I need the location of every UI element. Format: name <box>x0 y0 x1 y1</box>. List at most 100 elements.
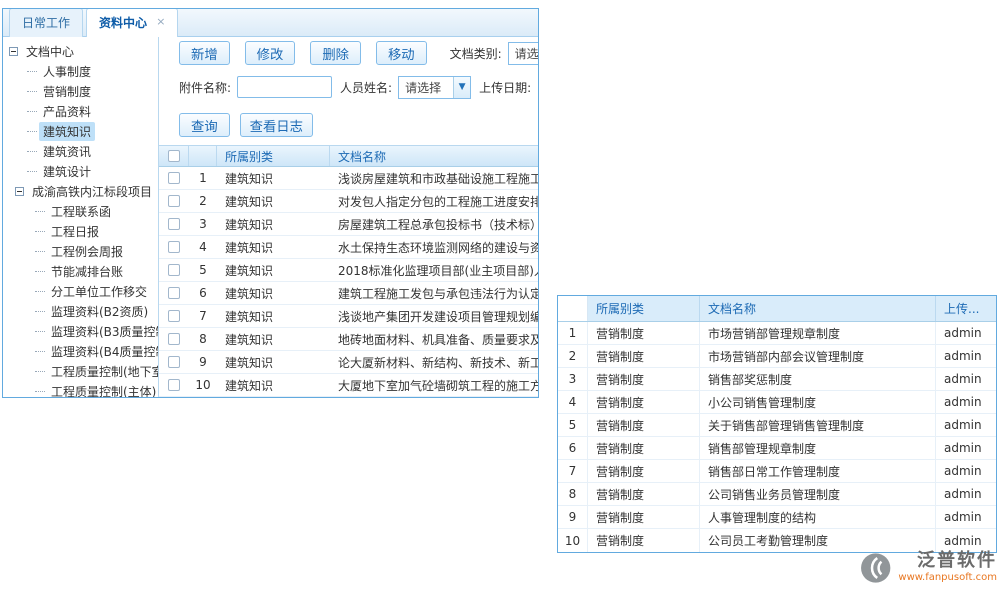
select-all-checkbox[interactable] <box>168 150 180 162</box>
doc-category-select[interactable]: 请选择 ▼ <box>508 42 538 65</box>
row-doc-name: 市场营销部管理规章制度 <box>700 322 936 344</box>
row-category: 建筑知识 <box>217 351 330 373</box>
document-list-pane: 新增 修改 删除 移动 文档类别: 请选择 ▼ 文档名称: 附件名称: 人员姓名… <box>159 37 538 397</box>
move-button[interactable]: 移动 <box>376 41 427 65</box>
table-row[interactable]: 5建筑知识2018标准化监理项目部(业主项目部)人员... <box>159 259 538 282</box>
row-doc-name: 2018标准化监理项目部(业主项目部)人员... <box>338 262 538 279</box>
tree-node-supervision-b4[interactable]: 监理资料(B4质量控制) <box>3 341 158 361</box>
tree-node-weekly-meeting[interactable]: 工程例会周报 <box>3 241 158 261</box>
table-row[interactable]: 3建筑知识房屋建筑工程总承包投标书（技术标）... <box>159 213 538 236</box>
tree-node-marketing-policy[interactable]: 营销制度 <box>3 81 158 101</box>
row-category: 营销制度 <box>588 483 700 505</box>
tree-node-quality-basement[interactable]: 工程质量控制(地下室) <box>3 361 158 381</box>
row-checkbox[interactable] <box>168 333 180 345</box>
close-tab-icon[interactable]: × <box>156 15 165 28</box>
tree-node-work-handover[interactable]: 分工单位工作移交 <box>3 281 158 301</box>
query-button[interactable]: 查询 <box>179 113 230 137</box>
tree-node-clipped[interactable]: 工程质量控制(主体) <box>3 381 158 397</box>
row-checkbox[interactable] <box>168 241 180 253</box>
tree-line <box>35 371 45 372</box>
brand-url[interactable]: www.fanpusoft.com <box>898 571 997 584</box>
tree-line <box>27 71 37 72</box>
person-name-value: 请选择 <box>399 77 453 98</box>
table-row[interactable]: 4营销制度小公司销售管理制度admin <box>558 391 996 414</box>
table-row[interactable]: 10建筑知识大厦地下室加气砼墙砌筑工程的施工方... <box>159 374 538 397</box>
table-row[interactable]: 1营销制度市场营销部管理规章制度admin <box>558 322 996 345</box>
doc-category-label: 文档类别: <box>450 45 502 62</box>
doc-category-value: 请选择 <box>509 43 538 64</box>
tree-node-label: 监理资料(B3质量控制) <box>47 322 159 341</box>
row-number: 9 <box>558 506 588 528</box>
table-row[interactable]: 3营销制度销售部奖惩制度admin <box>558 368 996 391</box>
toolbar-search: 查询 查看日志 <box>159 105 538 145</box>
tree-node-contact-letter[interactable]: 工程联系函 <box>3 201 158 221</box>
toolbar-actions: 新增 修改 删除 移动 文档类别: 请选择 ▼ 文档名称: <box>159 37 538 69</box>
row-checkbox[interactable] <box>168 287 180 299</box>
tree-node-supervision-b2[interactable]: 监理资料(B2资质) <box>3 301 158 321</box>
col-number <box>189 146 217 166</box>
row-checkbox[interactable] <box>168 195 180 207</box>
brand-name: 泛普软件 <box>917 551 997 571</box>
document-tree: 文档中心 人事制度 营销制度 产品资料 建筑知识 建筑资讯 建筑设计 成渝高铁内… <box>3 37 159 397</box>
tree-line <box>27 151 37 152</box>
modify-button[interactable]: 修改 <box>245 41 296 65</box>
tree-node-project-root[interactable]: 成渝高铁内江标段项目 <box>3 181 158 201</box>
row-category: 建筑知识 <box>217 190 330 212</box>
tree-node-daily-report[interactable]: 工程日报 <box>3 221 158 241</box>
tree-node-label: 文档中心 <box>22 42 78 61</box>
row-doc-name: 浅谈房屋建筑和市政基础设施工程施工... <box>338 170 538 187</box>
row-doc-name: 水土保持生态环境监测网络的建设与资... <box>338 239 538 256</box>
tree-node-product-data[interactable]: 产品资料 <box>3 101 158 121</box>
table-row[interactable]: 6建筑知识建筑工程施工发包与承包违法行为认定... <box>159 282 538 305</box>
tree-node-hr-policy[interactable]: 人事制度 <box>3 61 158 81</box>
table-row[interactable]: 8建筑知识地砖地面材料、机具准备、质量要求及... <box>159 328 538 351</box>
row-number: 6 <box>189 282 217 304</box>
fanpu-logo-icon <box>860 552 891 584</box>
person-name-select[interactable]: 请选择 ▼ <box>398 76 471 99</box>
table-row[interactable]: 9建筑知识论大厦新材料、新结构、新技术、新工... <box>159 351 538 374</box>
row-checkbox[interactable] <box>168 172 180 184</box>
row-checkbox[interactable] <box>168 218 180 230</box>
table-row[interactable]: 7建筑知识浅谈地产集团开发建设项目管理规划编... <box>159 305 538 328</box>
tab-daily-work[interactable]: 日常工作 <box>9 8 83 37</box>
attachment-name-input[interactable] <box>237 76 332 98</box>
tree-node-label: 营销制度 <box>39 82 95 101</box>
table-row[interactable]: 4建筑知识水土保持生态环境监测网络的建设与资... <box>159 236 538 259</box>
tree-node-building-design[interactable]: 建筑设计 <box>3 161 158 181</box>
table-row[interactable]: 5营销制度关于销售部管理销售管理制度admin <box>558 414 996 437</box>
table-row[interactable]: 6营销制度销售部管理规章制度admin <box>558 437 996 460</box>
row-checkbox[interactable] <box>168 310 180 322</box>
tree-node-energy-ledger[interactable]: 节能减排台账 <box>3 261 158 281</box>
tree-node-label-selected: 建筑知识 <box>39 122 95 141</box>
row-category: 营销制度 <box>588 437 700 459</box>
tree-node-building-knowledge[interactable]: 建筑知识 <box>3 121 158 141</box>
table-row[interactable]: 9营销制度人事管理制度的结构admin <box>558 506 996 529</box>
collapse-icon[interactable] <box>9 47 18 56</box>
row-checkbox[interactable] <box>168 379 180 391</box>
table-row[interactable]: 2建筑知识对发包人指定分包的工程施工进度安排... <box>159 190 538 213</box>
row-number: 6 <box>558 437 588 459</box>
row-checkbox[interactable] <box>168 356 180 368</box>
add-button[interactable]: 新增 <box>179 41 230 65</box>
tab-bar: 日常工作 资料中心 × <box>3 9 538 37</box>
table-row[interactable]: 10营销制度公司员工考勤管理制度admin <box>558 529 996 552</box>
tree-node-document-center[interactable]: 文档中心 <box>3 41 158 61</box>
tab-data-center[interactable]: 资料中心 × <box>86 8 178 37</box>
row-category: 营销制度 <box>588 322 700 344</box>
chevron-down-icon[interactable]: ▼ <box>453 77 470 98</box>
tree-line <box>27 111 37 112</box>
delete-button[interactable]: 删除 <box>310 41 361 65</box>
table-row[interactable]: 1建筑知识浅谈房屋建筑和市政基础设施工程施工... <box>159 167 538 190</box>
table-row[interactable]: 2营销制度市场营销部内部会议管理制度admin <box>558 345 996 368</box>
tree-node-label: 监理资料(B4质量控制) <box>47 342 159 361</box>
collapse-icon[interactable] <box>15 187 24 196</box>
col-category: 所属别类 <box>217 146 330 166</box>
table-row[interactable]: 7营销制度销售部日常工作管理制度admin <box>558 460 996 483</box>
row-doc-name: 公司员工考勤管理制度 <box>700 529 936 552</box>
tree-node-building-news[interactable]: 建筑资讯 <box>3 141 158 161</box>
table-row[interactable]: 8营销制度公司销售业务员管理制度admin <box>558 483 996 506</box>
row-doc-name: 人事管理制度的结构 <box>700 506 936 528</box>
tree-node-supervision-b3[interactable]: 监理资料(B3质量控制) <box>3 321 158 341</box>
view-log-button[interactable]: 查看日志 <box>240 113 313 137</box>
row-checkbox[interactable] <box>168 264 180 276</box>
